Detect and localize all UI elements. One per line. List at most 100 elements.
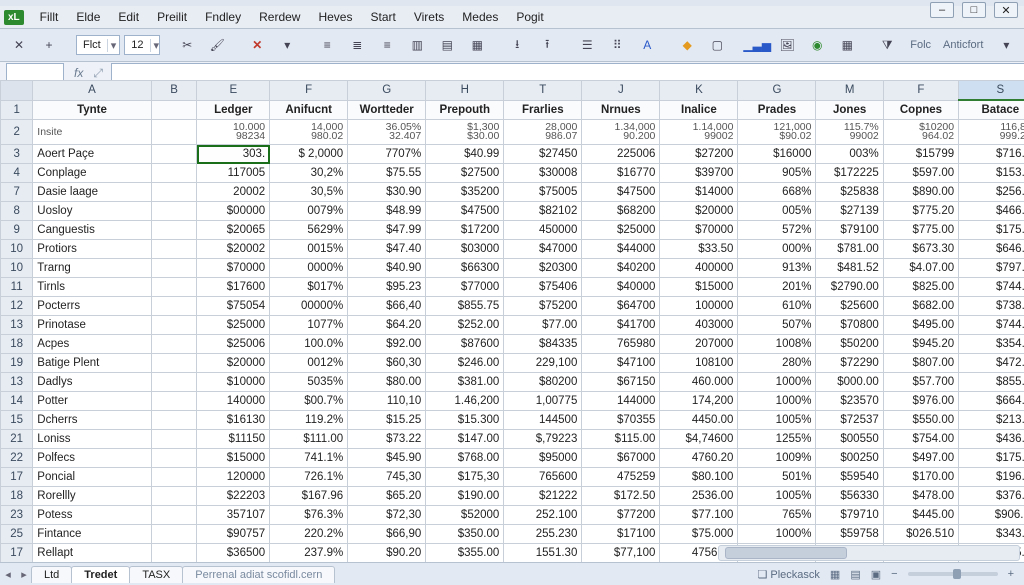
cell[interactable]: $754.00 (883, 430, 958, 449)
cell[interactable]: $23570 (816, 392, 883, 411)
cell[interactable]: $90.20 (348, 544, 426, 563)
cell[interactable] (151, 430, 197, 449)
column-header[interactable]: E (197, 81, 270, 101)
cell[interactable]: Poncial (33, 468, 151, 487)
row-header[interactable]: 13 (1, 316, 33, 335)
expand-formula-icon[interactable]: ⤢ (93, 66, 103, 81)
column-header[interactable]: F (883, 81, 958, 101)
cell[interactable]: $246.00 (426, 354, 504, 373)
cell[interactable]: $15000 (660, 278, 738, 297)
cell[interactable] (151, 297, 197, 316)
image-icon[interactable]: 🖼 (774, 34, 800, 56)
cell[interactable]: $65.20 (348, 487, 426, 506)
cell[interactable]: $775.20 (883, 202, 958, 221)
cell[interactable]: Dadlys (33, 373, 151, 392)
cell[interactable]: 1000% (738, 392, 816, 411)
row-header[interactable]: 17 (1, 544, 33, 563)
clear-format-button[interactable]: ✕ (244, 34, 270, 56)
header-cell[interactable]: Inalice (660, 100, 738, 120)
cell[interactable]: $10000 (197, 373, 270, 392)
cell[interactable]: $27139 (816, 202, 883, 221)
cell[interactable]: 005% (738, 202, 816, 221)
cell[interactable]: $190.00 (426, 487, 504, 506)
sheet-tab[interactable]: Ltd (31, 566, 72, 583)
cell[interactable]: $17600 (197, 278, 270, 297)
cell[interactable]: $14000 (660, 183, 738, 202)
cell[interactable]: 280% (738, 354, 816, 373)
font-name-combo[interactable]: Flct ▾ (76, 35, 120, 55)
cell[interactable] (151, 259, 197, 278)
cell[interactable]: $147.00 (426, 430, 504, 449)
fx-icon[interactable]: fx (74, 66, 83, 80)
cell[interactable] (151, 221, 197, 240)
cell[interactable]: $87600 (426, 335, 504, 354)
cell[interactable]: $343.59 (959, 525, 1024, 544)
brush-icon[interactable]: 🖌 (204, 34, 230, 56)
cell[interactable]: 610% (738, 297, 816, 316)
column-header[interactable]: M (816, 81, 883, 101)
cell[interactable]: $40.90 (348, 259, 426, 278)
header-cell[interactable]: Wortteder (348, 100, 426, 120)
cell[interactable]: Prinotase (33, 316, 151, 335)
cell[interactable]: Uosloy (33, 202, 151, 221)
cell[interactable]: 220.2% (270, 525, 348, 544)
cell[interactable]: $45.90 (348, 449, 426, 468)
row-header[interactable]: 3 (1, 145, 33, 164)
cell[interactable]: 7707% (348, 145, 426, 164)
cell[interactable]: 252.100 (504, 506, 582, 525)
cell[interactable] (151, 316, 197, 335)
cell[interactable]: 765600 (504, 468, 582, 487)
cell[interactable]: $000.00 (816, 373, 883, 392)
cell[interactable]: Rorellly (33, 487, 151, 506)
scrollbar-thumb[interactable] (725, 547, 847, 559)
cell[interactable]: $175,30 (426, 468, 504, 487)
column-header[interactable]: J (582, 81, 660, 101)
cell[interactable]: $00000 (197, 202, 270, 221)
cell[interactable]: 1255% (738, 430, 816, 449)
cell[interactable]: 4450.00 (660, 411, 738, 430)
select-all-corner[interactable] (1, 81, 33, 101)
menu-item-edit[interactable]: Edit (110, 8, 147, 26)
zoom-thumb[interactable] (953, 569, 961, 579)
cell[interactable]: $72537 (816, 411, 883, 430)
row-header[interactable]: 22 (1, 449, 33, 468)
cell[interactable]: $15799 (883, 145, 958, 164)
cell[interactable]: $22203 (197, 487, 270, 506)
cell[interactable]: 1.34,000 90.200 (582, 120, 660, 145)
cell[interactable]: $44000 (582, 240, 660, 259)
cell[interactable]: 4760.20 (660, 449, 738, 468)
cell[interactable]: $855.00 (959, 373, 1024, 392)
cell[interactable]: $30008 (504, 164, 582, 183)
cell[interactable]: $16000 (738, 145, 816, 164)
cell[interactable]: $768.00 (426, 449, 504, 468)
cell[interactable]: 1077% (270, 316, 348, 335)
cell[interactable] (151, 335, 197, 354)
view-page-icon[interactable]: ▤ (850, 568, 860, 581)
cell[interactable]: $56330 (816, 487, 883, 506)
cell[interactable]: 115.7% 99002 (816, 120, 883, 145)
cell[interactable]: $472.17 (959, 354, 1024, 373)
header-cell[interactable]: Batace (959, 100, 1024, 120)
cell[interactable] (151, 183, 197, 202)
header-cell[interactable]: Tynte (33, 100, 151, 120)
row-header[interactable]: 18 (1, 487, 33, 506)
row-header[interactable]: 14 (1, 392, 33, 411)
cell[interactable]: $376.33 (959, 487, 1024, 506)
row-header[interactable]: 1 (1, 100, 33, 120)
cell[interactable]: $21222 (504, 487, 582, 506)
cell[interactable]: 905% (738, 164, 816, 183)
cell[interactable]: 572% (738, 221, 816, 240)
cell[interactable]: $781.00 (816, 240, 883, 259)
cell[interactable]: 003% (816, 145, 883, 164)
cell[interactable]: 1009% (738, 449, 816, 468)
cell[interactable]: 1.46,200 (426, 392, 504, 411)
cell[interactable]: $381.00 (426, 373, 504, 392)
cell[interactable]: $20000 (660, 202, 738, 221)
cell[interactable]: 1005% (738, 411, 816, 430)
cell[interactable]: $196.70 (959, 468, 1024, 487)
minimize-button[interactable]: – (930, 2, 954, 18)
row-header[interactable]: 21 (1, 430, 33, 449)
cell[interactable] (151, 278, 197, 297)
cell[interactable]: 1,00775 (504, 392, 582, 411)
row-header[interactable]: 25 (1, 525, 33, 544)
